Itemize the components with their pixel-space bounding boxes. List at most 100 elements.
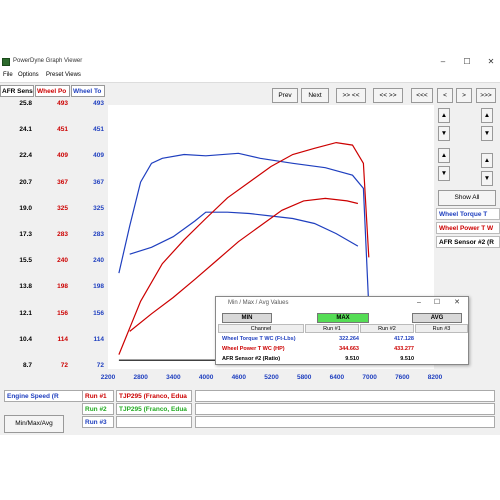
row-run-2: 417.128: [394, 336, 414, 342]
torque-tick-label: 156: [93, 309, 104, 317]
y-up-button-1[interactable]: ▲: [438, 108, 450, 123]
torque-column-header[interactable]: Wheel To: [71, 85, 105, 97]
run-3-slot[interactable]: [195, 416, 495, 428]
scroll-right-button[interactable]: >: [456, 88, 472, 103]
run-2-name[interactable]: TJP295 (Franco, Edua: [116, 403, 192, 415]
scroll-far-right-button[interactable]: >>>: [476, 88, 496, 103]
run-1-slot[interactable]: [195, 390, 495, 402]
power-tick-label: 72: [60, 362, 68, 369]
afr-tick-label: 22.4: [19, 152, 32, 160]
afr-tick-label: 17.3: [19, 231, 32, 238]
afr-tick-label: 10.4: [19, 335, 32, 343]
y-up-button-3[interactable]: ▲: [481, 108, 493, 123]
afr-tick-label: 15.5: [19, 257, 32, 265]
y-down-button-2[interactable]: ▼: [438, 166, 450, 181]
header-run-3: Run #3: [415, 324, 468, 333]
power-tick-label: 367: [57, 178, 68, 186]
min-button[interactable]: MIN: [222, 313, 272, 323]
prev-button[interactable]: Prev: [272, 88, 298, 103]
afr-tick-label: 8.7: [22, 362, 32, 369]
dialog-close-icon[interactable]: ✕: [450, 297, 464, 309]
dialog-maximize-icon[interactable]: ☐: [430, 297, 444, 309]
x-tick-label: 7600: [395, 374, 410, 381]
window-title: PowerDyne Graph Viewer: [13, 58, 83, 64]
app-icon: [2, 58, 10, 66]
show-all-button[interactable]: Show All: [438, 190, 496, 206]
power-tick-label: 451: [57, 126, 68, 134]
zoom-in-button[interactable]: >> <<: [336, 88, 366, 103]
run-3-label: Run #3: [82, 416, 114, 428]
x-tick-label: 5200: [264, 374, 279, 381]
run-2-slot[interactable]: [195, 403, 495, 415]
power-column-header[interactable]: Wheel Po: [35, 85, 70, 97]
y-down-button-4[interactable]: ▼: [481, 171, 493, 186]
x-tick-label: 3400: [166, 374, 181, 381]
x-tick-label: 8200: [427, 374, 443, 381]
header-run-1: Run #1: [305, 324, 359, 333]
torque-tick-label: 325: [93, 204, 104, 212]
avg-button[interactable]: AVG: [412, 313, 462, 323]
row-channel: Wheel Power T WC (HP): [222, 346, 285, 352]
menu-preset-views[interactable]: Preset Views: [46, 72, 81, 78]
torque-tick-label: 198: [93, 283, 104, 291]
x-tick-label: 4000: [198, 374, 214, 381]
power-tick-label: 325: [57, 204, 68, 212]
x-tick-label: 6400: [329, 374, 345, 381]
torque-tick-label: 493: [93, 100, 104, 107]
menu-options[interactable]: Options: [18, 72, 39, 78]
maximize-icon[interactable]: ☐: [460, 56, 474, 68]
x-tick-label: 7000: [362, 374, 377, 381]
power-tick-label: 409: [57, 152, 68, 160]
y-down-button-3[interactable]: ▼: [481, 126, 493, 141]
row-channel: AFR Sensor #2 (Ratio): [222, 356, 281, 362]
minimize-icon[interactable]: –: [436, 56, 450, 68]
torque-tick-label: 72: [96, 362, 104, 369]
afr-column-header[interactable]: AFR Sens: [0, 85, 34, 97]
legend-torque[interactable]: Wheel Torque T: [436, 208, 500, 220]
run-3-name[interactable]: [116, 416, 192, 428]
y-down-button-1[interactable]: ▼: [438, 126, 450, 141]
torque-tick-label: 114: [93, 335, 105, 343]
power-tick-label: 493: [57, 100, 68, 107]
run-1-name[interactable]: TJP295 (Franco, Edua: [116, 390, 192, 402]
zoom-out-button[interactable]: << >>: [373, 88, 403, 103]
x-tick-label: 2200: [100, 374, 116, 381]
row-run-1: 322.264: [339, 336, 359, 342]
power-tick-label: 114: [57, 335, 69, 343]
scroll-far-left-button[interactable]: <<<: [411, 88, 433, 103]
legend-afr[interactable]: AFR Sensor #2 (R: [436, 236, 500, 248]
close-icon[interactable]: ✕: [484, 56, 498, 68]
power-tick-label: 283: [57, 231, 68, 238]
row-run-1: 9.510: [345, 356, 359, 362]
run-1-label: Run #1: [82, 390, 114, 402]
title-bar: PowerDyne Graph Viewer – ☐ ✕: [0, 55, 500, 69]
run-2-label: Run #2: [82, 403, 114, 415]
afr-tick-label: 13.8: [19, 283, 32, 291]
legend-power[interactable]: Wheel Power T W: [436, 222, 500, 234]
torque-tick-label: 451: [93, 126, 104, 134]
afr-tick-label: 12.1: [19, 309, 32, 317]
torque-tick-label: 283: [93, 231, 104, 238]
torque-tick-label: 240: [93, 257, 104, 265]
afr-tick-label: 25.8: [19, 100, 32, 107]
y-up-button-4[interactable]: ▲: [481, 153, 493, 168]
series-line-wheel-torque-t-run-2: [118, 152, 370, 308]
series-line-wheel-torque-t-run-1: [129, 211, 359, 255]
scroll-left-button[interactable]: <: [437, 88, 453, 103]
afr-tick-label: 24.1: [19, 126, 32, 134]
x-tick-label: 4600: [231, 374, 247, 381]
power-tick-label: 198: [57, 283, 68, 291]
header-run-2: Run #2: [360, 324, 414, 333]
header-channel: Channel: [218, 324, 304, 333]
afr-tick-label: 19.0: [19, 204, 32, 212]
y-up-button-2[interactable]: ▲: [438, 148, 450, 163]
row-channel: Wheel Torque T WC (Ft-Lbs): [222, 336, 296, 342]
row-run-3: [415, 355, 465, 364]
row-run-3: [415, 345, 465, 354]
next-button[interactable]: Next: [301, 88, 329, 103]
menu-file[interactable]: File: [3, 72, 13, 78]
min-max-avg-button[interactable]: Min/Max/Avg: [4, 415, 64, 433]
max-button[interactable]: MAX: [317, 313, 369, 323]
dialog-minimize-icon[interactable]: –: [412, 297, 426, 309]
row-run-2: 433.277: [394, 346, 414, 352]
